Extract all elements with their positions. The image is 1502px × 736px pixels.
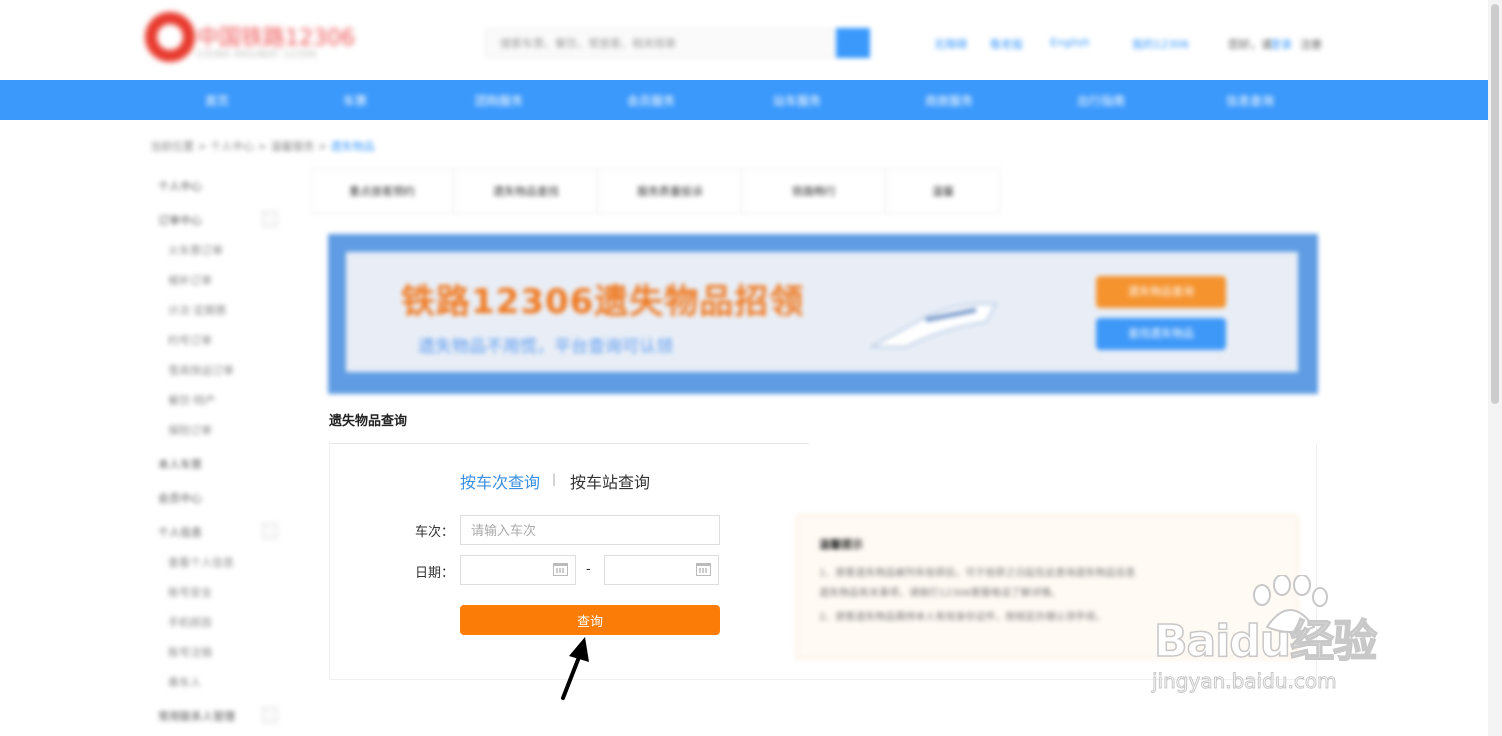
logo-subtext: CHINA RAILWAY 12306 xyxy=(197,50,318,60)
tab-by-station[interactable]: 按车站查询 xyxy=(570,469,650,493)
sidebar-item-personal-info[interactable]: 个人信息 xyxy=(158,524,202,540)
nav-item-tickets[interactable]: 车票 xyxy=(343,92,367,109)
breadcrumb-item[interactable]: 个人中心 xyxy=(210,140,254,153)
baidu-jingyan-watermark: Baidu经验 jingyan.baidu.com xyxy=(1150,575,1430,700)
nav-item-home[interactable]: 首页 xyxy=(205,92,229,109)
date-label: 日期： xyxy=(414,566,454,581)
link-my-12306[interactable]: 我的12306 xyxy=(1132,36,1189,52)
calendar-icon[interactable] xyxy=(696,563,711,576)
search-icon[interactable] xyxy=(836,28,870,58)
link-english[interactable]: English xyxy=(1050,36,1090,49)
sidebar-item-period-ticket[interactable]: 计次·定期票 xyxy=(168,302,227,318)
breadcrumb-item: 当前位置 xyxy=(150,140,194,153)
banner-title: 铁路12306遗失物品招领 xyxy=(401,282,805,322)
collapse-icon[interactable] xyxy=(262,211,278,227)
section-title: 遗失物品查询 xyxy=(329,414,408,429)
banner-subtitle: 遗失物品不用慌，平台查询可认领 xyxy=(418,337,673,357)
tab-complaints[interactable]: 服务质量投诉 xyxy=(598,168,742,214)
tab-smooth-travel[interactable]: 铁路畅行 xyxy=(742,168,886,214)
breadcrumb-item[interactable]: 温馨服务 xyxy=(270,140,314,153)
sidebar-item-my-tickets[interactable]: 本人车票 xyxy=(158,456,202,472)
banner-panel: 铁路12306遗失物品招领 遗失物品不用慌，平台查询可认领 遗失物品查询 查找遗… xyxy=(346,252,1298,372)
tips-title: 温馨提示 xyxy=(819,538,863,551)
greeting-text: 您好，请 xyxy=(1228,38,1272,51)
tips-line: 2、旅客遗失物品需持本人有效身份证件，按规定办理认领手续。 xyxy=(819,612,1106,623)
train-number-input[interactable] xyxy=(460,515,720,545)
nav-item-group[interactable]: 团购服务 xyxy=(475,92,523,109)
tab-separator: | xyxy=(552,472,557,486)
page-scrollbar[interactable] xyxy=(1488,0,1502,736)
sidebar-item-member-center[interactable]: 会员中心 xyxy=(158,490,202,506)
watermark-brand: Baidu经验 xyxy=(1153,615,1378,668)
date-range-dash: - xyxy=(586,562,591,577)
nav-item-station[interactable]: 站车服务 xyxy=(773,92,821,109)
sidebar-item-personal-center[interactable]: 个人中心 xyxy=(158,178,202,194)
watermark-url: jingyan.baidu.com xyxy=(1152,669,1338,694)
railway-emblem-icon xyxy=(145,12,195,62)
logo-text: 中国铁路12306 xyxy=(197,26,355,51)
site-header: 中国铁路12306 CHINA RAILWAY 12306 搜索车票、餐饮、常旅… xyxy=(0,0,1502,80)
train-number-label: 车次： xyxy=(414,525,454,540)
tab-priority-passenger[interactable]: 重点旅客预约 xyxy=(310,168,454,214)
sidebar-item-train-orders[interactable]: 火车票订单 xyxy=(168,242,223,258)
sidebar-item-waitlist[interactable]: 候补订单 xyxy=(168,272,212,288)
query-button[interactable]: 查询 xyxy=(460,605,720,635)
nav-item-business[interactable]: 商旅服务 xyxy=(925,92,973,109)
sidebar-item-cancel-account[interactable]: 账号注销 xyxy=(168,644,212,660)
nav-item-member[interactable]: 会员服务 xyxy=(627,92,675,109)
link-accessibility[interactable]: 无障碍 xyxy=(934,36,967,52)
sidebar-item-appointment[interactable]: 约号订单 xyxy=(168,332,212,348)
collapse-icon[interactable] xyxy=(262,523,278,539)
sidebar-item-passengers[interactable]: 乘车人 xyxy=(168,674,201,690)
tips-line: 1、旅客遗失物品被列车拾获后，可于拾获之日起在此查询遗失物品信息 xyxy=(819,568,1136,579)
banner-find-button[interactable]: 查找遗失物品 xyxy=(1096,318,1226,350)
collapse-icon[interactable] xyxy=(262,707,278,723)
site-search-input[interactable]: 搜索车票、餐饮、常旅客、相关规章 xyxy=(485,28,835,58)
tips-line: 遗失物品有关事项，请拨打12306客服电话了解详情。 xyxy=(819,588,1061,599)
tab-warm-service[interactable]: 温馨 xyxy=(886,168,1000,214)
sidebar-item-catering[interactable]: 餐饮·特产 xyxy=(168,392,216,408)
train-icon xyxy=(870,302,998,348)
sidebar-item-order-center[interactable]: 订单中心 xyxy=(158,212,202,228)
calendar-icon[interactable] xyxy=(553,563,568,576)
tab-lost-items[interactable]: 遗失物品查找 xyxy=(454,168,598,214)
link-login[interactable]: 登录 xyxy=(1270,36,1292,52)
breadcrumb-current: 遗失物品 xyxy=(330,140,375,153)
link-register[interactable]: 注册 xyxy=(1300,36,1322,52)
link-elder-mode[interactable]: 敬老版 xyxy=(990,36,1023,52)
banner-lost-query-button[interactable]: 遗失物品查询 xyxy=(1096,276,1226,308)
nav-item-guide[interactable]: 出行指南 xyxy=(1077,92,1125,109)
pointer-arrow-icon xyxy=(561,637,589,700)
start-date-input[interactable] xyxy=(460,555,576,585)
sidebar-item-view-info[interactable]: 查看个人信息 xyxy=(168,554,234,570)
sidebar-item-account-security[interactable]: 账号安全 xyxy=(168,584,212,600)
sidebar-item-snow-gear[interactable]: 雪具快运订单 xyxy=(168,362,234,378)
breadcrumb: 当前位置 > 个人中心 > 温馨服务 > 遗失物品 xyxy=(150,140,375,153)
sidebar-item-phone-verify[interactable]: 手机核验 xyxy=(168,614,212,630)
nav-item-info[interactable]: 信息查询 xyxy=(1226,92,1274,109)
sidebar-item-contacts[interactable]: 常用联系人管理 xyxy=(158,708,235,724)
sidebar-item-insurance[interactable]: 保险订单 xyxy=(168,422,212,438)
end-date-input[interactable] xyxy=(604,555,719,585)
scrollbar-thumb[interactable] xyxy=(1491,4,1499,404)
site-logo[interactable]: 中国铁路12306 CHINA RAILWAY 12306 xyxy=(145,12,355,70)
main-nav: 首页 车票 团购服务 会员服务 站车服务 商旅服务 出行指南 信息查询 xyxy=(0,80,1502,120)
lost-items-banner: 铁路12306遗失物品招领 遗失物品不用慌，平台查询可认领 遗失物品查询 查找遗… xyxy=(328,234,1318,394)
tab-by-train[interactable]: 按车次查询 xyxy=(460,469,540,493)
